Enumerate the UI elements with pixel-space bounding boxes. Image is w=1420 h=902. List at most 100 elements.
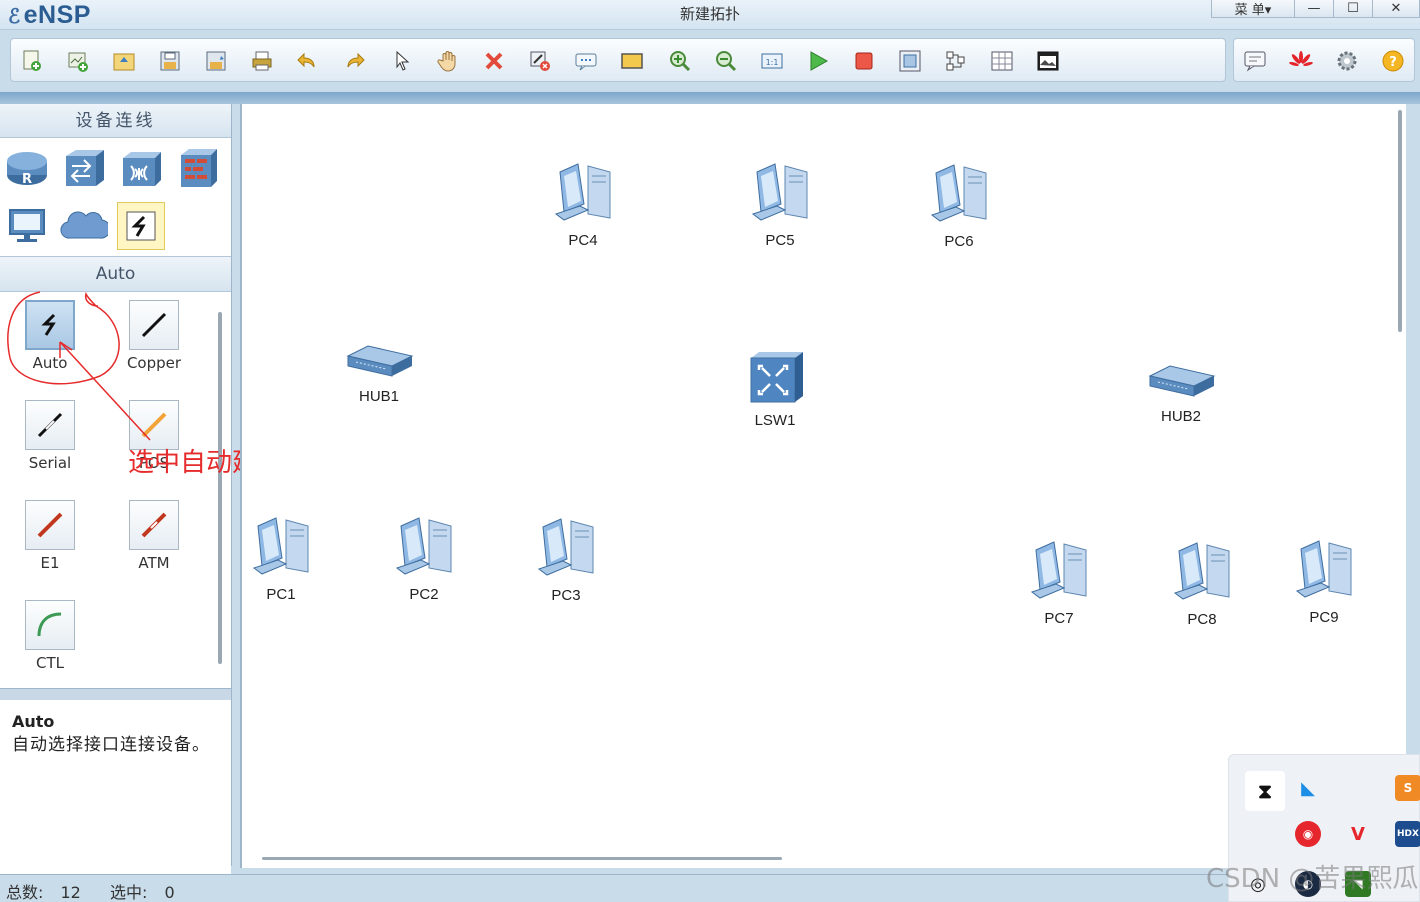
- wireless-category-icon[interactable]: [117, 144, 165, 192]
- node-lsw1[interactable]: LSW1: [730, 348, 820, 429]
- pc-icon: [1279, 537, 1369, 607]
- node-pc1[interactable]: PC1: [236, 514, 326, 603]
- node-label: PC2: [409, 586, 439, 603]
- topology-layout-icon[interactable]: [943, 48, 969, 74]
- atm-cable-icon: [129, 500, 179, 550]
- bookmark-app-icon[interactable]: ⧗: [1245, 771, 1285, 811]
- screenshot-icon[interactable]: [1035, 48, 1061, 74]
- node-hub2[interactable]: HUB2: [1136, 362, 1226, 425]
- close-button[interactable]: ✕: [1372, 0, 1420, 18]
- fit-view-icon[interactable]: 1:1: [759, 48, 785, 74]
- save-as-icon[interactable]: [203, 48, 229, 74]
- stop-device-icon[interactable]: [851, 48, 877, 74]
- node-hub1[interactable]: HUB1: [334, 342, 424, 405]
- node-label: PC6: [944, 233, 974, 250]
- new-topology-icon[interactable]: [19, 48, 45, 74]
- terminal-category-icon[interactable]: [3, 202, 51, 250]
- canvas-vertical-scrollbar[interactable]: [1398, 110, 1402, 332]
- node-pc6[interactable]: PC6: [914, 161, 1004, 250]
- node-pc3[interactable]: PC3: [521, 515, 611, 604]
- node-pc2[interactable]: PC2: [379, 514, 469, 603]
- open-icon[interactable]: [111, 48, 137, 74]
- cable-label: Serial: [28, 454, 72, 472]
- select-pointer-icon[interactable]: [389, 48, 415, 74]
- cable-list-scrollbar[interactable]: [218, 312, 222, 664]
- minimize-button[interactable]: —: [1294, 0, 1334, 18]
- window-controls: 菜 单▾ — ☐ ✕: [1211, 0, 1420, 18]
- grid-icon[interactable]: [989, 48, 1015, 74]
- delete-icon[interactable]: [481, 48, 507, 74]
- cable-serial[interactable]: Serial: [0, 400, 100, 472]
- new-project-icon[interactable]: [65, 48, 91, 74]
- node-pc7[interactable]: PC7: [1014, 538, 1104, 627]
- svg-text:?: ?: [1389, 55, 1397, 70]
- total-count: 总数: 12: [6, 883, 81, 902]
- node-pc8[interactable]: PC8: [1157, 539, 1247, 628]
- pc-icon: [521, 515, 611, 585]
- pc-icon: [538, 160, 628, 230]
- description-text: 自动选择接口连接设备。: [12, 735, 210, 755]
- firewall-category-icon[interactable]: [175, 144, 223, 192]
- help-icon[interactable]: ?: [1380, 48, 1406, 74]
- serial-cable-icon: [25, 400, 75, 450]
- pc-icon: [379, 514, 469, 584]
- feedback-icon[interactable]: [1242, 48, 1268, 74]
- cable-description: Auto 自动选择接口连接设备。: [0, 700, 231, 880]
- node-pc9[interactable]: PC9: [1279, 537, 1369, 626]
- cable-ctl[interactable]: CTL: [0, 600, 100, 672]
- pc-icon: [1014, 538, 1104, 608]
- auto-cable-icon: [25, 300, 75, 350]
- zoom-out-icon[interactable]: [713, 48, 739, 74]
- cable-type-header: Auto: [0, 256, 231, 292]
- text-label-icon[interactable]: [573, 48, 599, 74]
- node-pc4[interactable]: PC4: [538, 160, 628, 249]
- selected-count: 选中: 0: [109, 883, 175, 902]
- csdn-watermark: CSDN @苦果熙瓜: [1206, 864, 1419, 894]
- netease-music-icon[interactable]: ◉: [1295, 821, 1321, 847]
- svg-text:1:1: 1:1: [766, 58, 779, 67]
- e1-cable-icon: [25, 500, 75, 550]
- panel-splitter[interactable]: [0, 688, 231, 700]
- cable-atm[interactable]: ATM: [104, 500, 204, 572]
- node-pc5[interactable]: PC5: [735, 160, 825, 249]
- cable-e1[interactable]: E1: [0, 500, 100, 572]
- connection-category-icon[interactable]: [117, 202, 165, 250]
- start-device-icon[interactable]: [805, 48, 831, 74]
- node-label: PC3: [551, 587, 581, 604]
- cable-copper[interactable]: Copper: [104, 300, 204, 372]
- save-icon[interactable]: [157, 48, 183, 74]
- sublime-icon[interactable]: S: [1395, 775, 1420, 801]
- settings-gear-icon[interactable]: [1334, 48, 1360, 74]
- cable-label: ATM: [138, 554, 170, 572]
- capture-icon[interactable]: [897, 48, 923, 74]
- pc-icon: [236, 514, 326, 584]
- delete-all-links-icon[interactable]: [527, 48, 553, 74]
- switch-category-icon[interactable]: [60, 144, 108, 192]
- huawei-icon[interactable]: [1288, 48, 1314, 74]
- zoom-in-icon[interactable]: [667, 48, 693, 74]
- feishu-icon[interactable]: ◣: [1295, 775, 1321, 801]
- pan-hand-icon[interactable]: [435, 48, 461, 74]
- node-label: PC1: [266, 586, 296, 603]
- cloud-category-icon[interactable]: [60, 202, 108, 250]
- router-category-icon[interactable]: R: [3, 144, 51, 192]
- cable-label: E1: [40, 554, 60, 572]
- cable-label: Auto: [32, 354, 68, 372]
- cable-label: Copper: [126, 354, 182, 372]
- print-icon[interactable]: [249, 48, 275, 74]
- cable-auto[interactable]: Auto: [0, 300, 100, 372]
- undo-icon[interactable]: [295, 48, 321, 74]
- window-title: 新建拓扑: [679, 5, 740, 23]
- hdx-icon[interactable]: HDX: [1395, 821, 1420, 847]
- device-sidebar: 设备连线 R Auto Auto Copper Serial POS E1 AT…: [0, 104, 232, 880]
- node-label: HUB2: [1160, 408, 1201, 425]
- vivaldi-icon[interactable]: V: [1345, 821, 1371, 847]
- ctl-cable-icon: [25, 600, 75, 650]
- menu-button[interactable]: 菜 单▾: [1211, 0, 1295, 18]
- canvas-horizontal-scrollbar[interactable]: [262, 857, 782, 860]
- maximize-button[interactable]: ☐: [1333, 0, 1373, 18]
- device-category-grid: R: [0, 138, 231, 256]
- rectangle-icon[interactable]: [619, 48, 645, 74]
- redo-icon[interactable]: [341, 48, 367, 74]
- main-toolbar: 1:1: [10, 38, 1226, 82]
